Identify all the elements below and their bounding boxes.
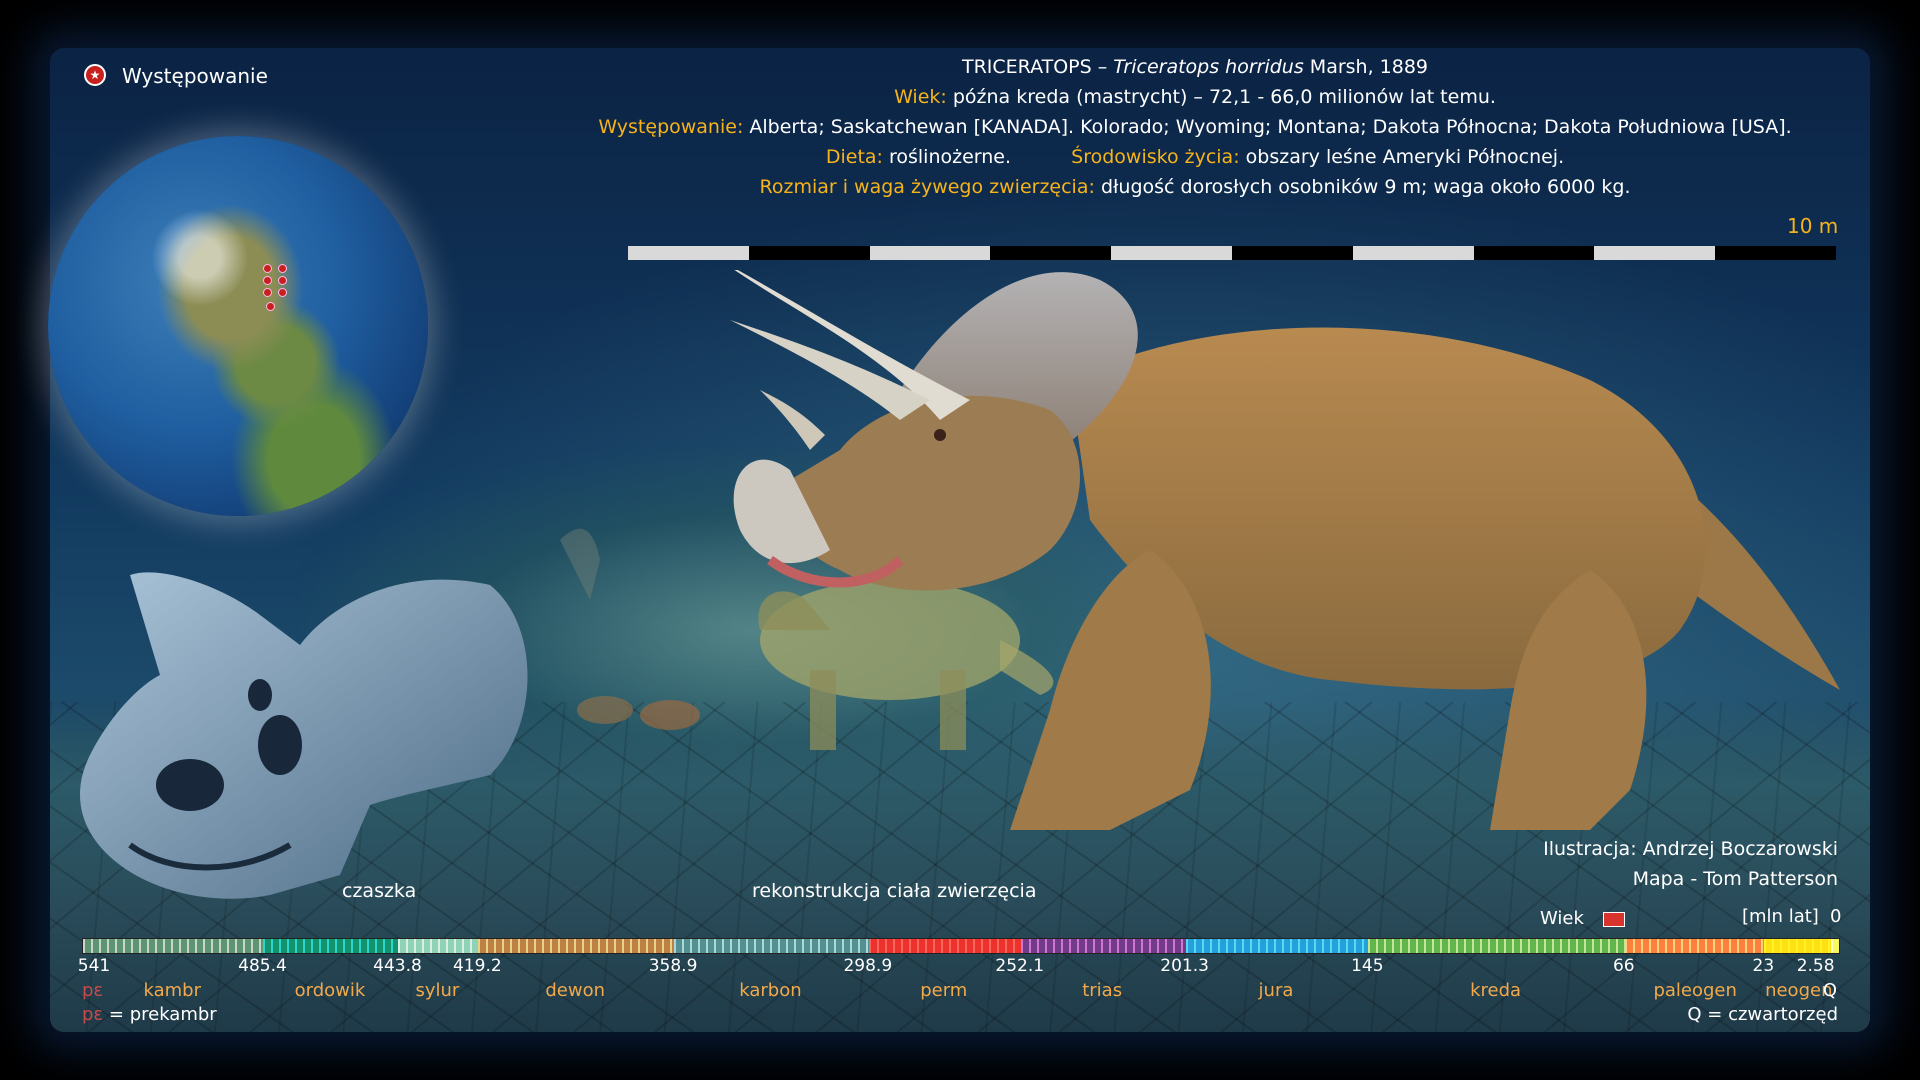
legend-occurrence-label: Występowanie <box>122 64 268 88</box>
habitat-value: obszary leśne Ameryki Północnej. <box>1245 146 1565 168</box>
timeline-period-label: sylur <box>415 980 460 1001</box>
timeline-segment-jura <box>1185 939 1369 953</box>
occurrence-dot <box>278 276 287 285</box>
caption-reconstruction: rekonstrukcja ciała zwierzęcia <box>752 880 1037 902</box>
precambrian-legend-text: = prekambr <box>108 1004 217 1025</box>
species-author: Marsh, 1889 <box>1309 56 1429 78</box>
occurrence-dot <box>266 302 275 311</box>
occurrence-dot <box>263 264 272 273</box>
diet-habitat-line: Dieta: roślinożerne. Środowisko życia: o… <box>520 146 1870 168</box>
occurrence-label: Występowanie: <box>598 116 744 138</box>
precambrian-abbr-2: pε <box>82 1004 104 1025</box>
diet-label: Dieta: <box>825 146 883 168</box>
timeline-period-label: kambr <box>143 980 201 1001</box>
timeline-segment-ordowik <box>263 939 399 953</box>
occurrence-dot <box>263 288 272 297</box>
diet-value: roślinożerne. <box>888 146 1012 168</box>
timeline-period-label: ordowik <box>294 980 366 1001</box>
timeline-tick: 145 <box>1351 956 1384 976</box>
precambrian-abbr: pε <box>82 980 104 1001</box>
timeline-segment-perm <box>868 939 1021 953</box>
timeline-period-label: paleogen <box>1653 980 1737 1001</box>
timeline-segment-Q <box>1830 939 1839 953</box>
caption-illustration: Ilustracja: Andrzej Boczarowski <box>1543 838 1838 860</box>
timeline-segment-kreda <box>1368 939 1625 953</box>
size-label: Rozmiar i waga żywego zwierzęcia: <box>759 176 1095 198</box>
age-line: Wiek: późna kreda (mastrycht) – 72,1 - 6… <box>520 86 1870 108</box>
skull-image <box>80 572 528 899</box>
caption-map: Mapa - Tom Patterson <box>1632 868 1838 890</box>
occurrence-dot <box>263 276 272 285</box>
timeline-unit-label: [mln lat] <box>1742 906 1819 927</box>
timeline-segment-kambr <box>83 939 264 953</box>
age-label: Wiek: <box>894 86 947 108</box>
timeline-tick: 23 <box>1752 956 1775 976</box>
globe-map <box>48 136 428 516</box>
timeline-segment-sylur <box>398 939 479 953</box>
habitat-label: Środowisko życia: <box>1071 146 1240 168</box>
timeline-period-label: trias <box>1082 980 1123 1001</box>
timeline-tick: 443.8 <box>373 956 422 976</box>
timeline-tick: 2.58 <box>1796 956 1835 976</box>
timeline-period-label: dewon <box>545 980 606 1001</box>
title-dash: – <box>1097 56 1108 78</box>
scale-label: 10 m <box>1787 214 1839 238</box>
caption-skull: czaszka <box>342 880 417 902</box>
triceratops-reconstruction <box>730 270 1840 830</box>
timeline-period-label: Q <box>1822 980 1838 1001</box>
timeline-tick: 541 <box>77 956 111 976</box>
timeline-tick: 252.1 <box>995 956 1045 976</box>
species-name: Triceratops horridus <box>1113 56 1304 78</box>
occurrence-dot <box>278 264 287 273</box>
precambrian-legend: pε = prekambr <box>82 1004 217 1025</box>
timeline-segment-neogen <box>1764 939 1831 953</box>
timeline-period-label: jura <box>1258 980 1294 1001</box>
timeline-tick: 419.2 <box>452 956 502 976</box>
timeline-age-label: Wiek <box>1540 908 1584 929</box>
timeline-period-label: perm <box>920 980 968 1001</box>
timeline-period-label: karbon <box>739 980 802 1001</box>
occurrence-line: Występowanie: Alberta; Saskatchewan [KAN… <box>520 116 1870 138</box>
title-line: TRICERATOPS – Triceratops horridus Marsh… <box>520 56 1870 78</box>
timeline-tick: 358.9 <box>648 956 698 976</box>
age-value: późna kreda (mastrycht) – 72,1 - 66,0 mi… <box>952 86 1496 108</box>
quaternary-legend: Q = czwartorzęd <box>1687 1004 1838 1025</box>
timeline-segment-dewon <box>478 939 675 953</box>
timeline-tick: 298.9 <box>843 956 893 976</box>
timeline-segment-karbon <box>674 939 869 953</box>
age-marker <box>1603 912 1625 927</box>
timeline-tick: 66 <box>1612 956 1635 976</box>
occurrence-value: Alberta; Saskatchewan [KANADA]. Kolorado… <box>749 116 1792 138</box>
occurrence-star-icon: ★ <box>84 64 106 86</box>
timeline-period-label: kreda <box>1470 980 1522 1001</box>
timeline-zero: 0 <box>1830 906 1842 927</box>
size-value: długość dorosłych osobników 9 m; waga ok… <box>1100 176 1631 198</box>
size-line: Rozmiar i waga żywego zwierzęcia: długoś… <box>520 176 1870 198</box>
timeline-segment-paleogen <box>1624 939 1765 953</box>
timeline-tick: 485.4 <box>238 956 287 976</box>
scale-bar <box>628 246 1836 260</box>
timeline-segment-trias <box>1020 939 1186 953</box>
timeline-tick: 201.3 <box>1160 956 1209 976</box>
geologic-timeline <box>82 938 1840 954</box>
occurrence-dot <box>278 288 287 297</box>
genus-name: TRICERATOPS <box>961 56 1092 78</box>
